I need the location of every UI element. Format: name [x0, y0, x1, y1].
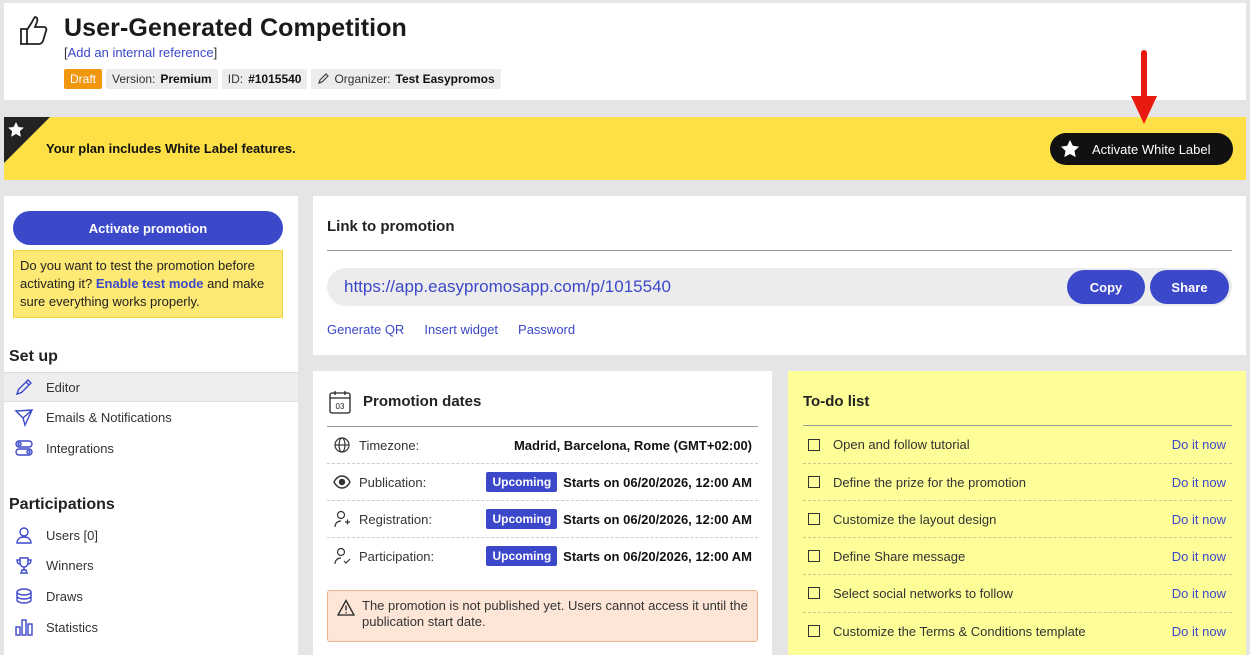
todo-item: Customize the layout design Do it now — [803, 500, 1232, 537]
activate-promotion-button[interactable]: Activate promotion — [13, 211, 283, 245]
share-button[interactable]: Share — [1150, 270, 1229, 304]
link-card-heading: Link to promotion — [327, 218, 455, 235]
bar-chart-icon — [15, 619, 33, 636]
promotion-badges: Draft Version: Premium ID: #1015540 Organi… — [64, 69, 501, 89]
white-label-banner: Your plan includes White Label features.… — [4, 117, 1246, 180]
red-arrow-annotation — [1131, 50, 1157, 124]
toggles-icon — [15, 440, 33, 456]
todo-list-card: To-do list Open and follow tutorial Do i… — [788, 371, 1246, 655]
trophy-icon — [16, 557, 32, 574]
do-it-now-link[interactable]: Do it now — [1172, 475, 1226, 490]
divider — [327, 250, 1232, 251]
sidebar: Activate promotion Do you want to test t… — [4, 196, 298, 655]
paper-plane-icon — [14, 409, 34, 427]
version-badge: Version: Premium — [106, 69, 218, 89]
status-badge: Upcoming — [486, 472, 558, 492]
generate-qr-link[interactable]: Generate QR — [327, 322, 404, 337]
page-title: User-Generated Competition — [64, 14, 407, 42]
sidebar-item-users[interactable]: Users [0] — [4, 520, 298, 550]
insert-widget-link[interactable]: Insert widget — [424, 322, 498, 337]
todo-checkbox[interactable] — [808, 587, 820, 599]
sidebar-item-integrations[interactable]: Integrations — [4, 433, 298, 463]
link-to-promotion-card: Link to promotion https://app.easypromos… — [313, 196, 1246, 355]
todo-item: Select social networks to follow Do it n… — [803, 574, 1232, 611]
eye-icon — [333, 475, 351, 489]
todo-checkbox[interactable] — [808, 550, 820, 562]
do-it-now-link[interactable]: Do it now — [1172, 624, 1226, 639]
draw-drum-icon — [16, 588, 32, 604]
user-icon — [16, 527, 32, 544]
white-label-text: Your plan includes White Label features. — [46, 141, 296, 156]
password-link[interactable]: Password — [518, 322, 575, 337]
star-icon — [1060, 140, 1080, 158]
svg-text:03: 03 — [336, 402, 345, 411]
registration-row: Registration: Upcoming Starts on 06/20/20… — [327, 500, 758, 537]
do-it-now-link[interactable]: Do it now — [1172, 437, 1226, 452]
add-reference-link[interactable]: Add an internal reference — [68, 45, 214, 60]
do-it-now-link[interactable]: Do it now — [1172, 512, 1226, 527]
organizer-badge[interactable]: Organizer: Test Easypromos — [311, 69, 501, 89]
promotion-url[interactable]: https://app.easypromosapp.com/p/1015540 — [344, 277, 671, 297]
globe-icon — [334, 437, 350, 453]
setup-heading: Set up — [9, 348, 58, 365]
unpublished-warning: The promotion is not published yet. User… — [327, 590, 758, 642]
internal-reference: [Add an internal reference] — [64, 45, 218, 60]
enable-test-mode-link[interactable]: Enable test mode — [96, 276, 204, 291]
todo-checkbox[interactable] — [808, 625, 820, 637]
user-check-icon — [334, 547, 351, 565]
test-mode-notice: Do you want to test the promotion before… — [13, 250, 283, 318]
do-it-now-link[interactable]: Do it now — [1172, 549, 1226, 564]
publication-row: Publication: Upcoming Starts on 06/20/202… — [327, 463, 758, 500]
status-badge: Upcoming — [486, 509, 558, 529]
todo-checkbox[interactable] — [808, 476, 820, 488]
promotion-dates-card: 03 Promotion dates Timezone: Madrid, Bar… — [313, 371, 772, 655]
pencil-icon — [15, 379, 32, 396]
participations-heading: Participations — [9, 496, 115, 513]
promotion-url-field[interactable]: https://app.easypromosapp.com/p/1015540 … — [327, 268, 1232, 306]
pencil-icon — [318, 73, 330, 84]
timezone-row: Timezone: Madrid, Barcelona, Rome (GMT+0… — [327, 426, 758, 463]
todo-item: Define the prize for the promotion Do it… — [803, 463, 1232, 500]
todo-checkbox[interactable] — [808, 438, 820, 451]
timezone-value: Madrid, Barcelona, Rome (GMT+02:00) — [513, 437, 752, 453]
todo-checkbox[interactable] — [808, 513, 820, 525]
calendar-icon: 03 — [329, 391, 351, 414]
do-it-now-link[interactable]: Do it now — [1172, 586, 1226, 601]
sidebar-item-editor[interactable]: Editor — [4, 372, 298, 402]
sidebar-item-winners[interactable]: Winners — [4, 550, 298, 580]
activate-white-label-button[interactable]: Activate White Label — [1050, 133, 1233, 165]
todo-item: Customize the Terms & Conditions templat… — [803, 612, 1232, 649]
sidebar-item-emails[interactable]: Emails & Notifications — [4, 402, 298, 432]
copy-button[interactable]: Copy — [1067, 270, 1145, 304]
sidebar-item-statistics[interactable]: Statistics — [4, 612, 298, 642]
draft-badge: Draft — [64, 69, 103, 89]
user-add-icon — [334, 510, 350, 528]
todo-item: Define Share message Do it now — [803, 537, 1232, 574]
promotion-header: User-Generated Competition [Add an inter… — [4, 3, 1246, 100]
todo-item: Open and follow tutorial Do it now — [803, 426, 1232, 463]
dates-card-heading: Promotion dates — [363, 393, 482, 410]
sidebar-item-draws[interactable]: Draws — [4, 581, 298, 611]
warning-icon — [337, 599, 355, 616]
participation-row: Participation: Upcoming Starts on 06/20/2… — [327, 537, 758, 574]
link-actions: Generate QR Insert widget Password — [327, 322, 575, 337]
thumbs-up-icon — [20, 16, 48, 45]
id-badge: ID: #1015540 — [221, 69, 308, 89]
status-badge: Upcoming — [486, 546, 558, 566]
todo-heading: To-do list — [803, 393, 870, 410]
star-corner-icon — [4, 117, 50, 163]
